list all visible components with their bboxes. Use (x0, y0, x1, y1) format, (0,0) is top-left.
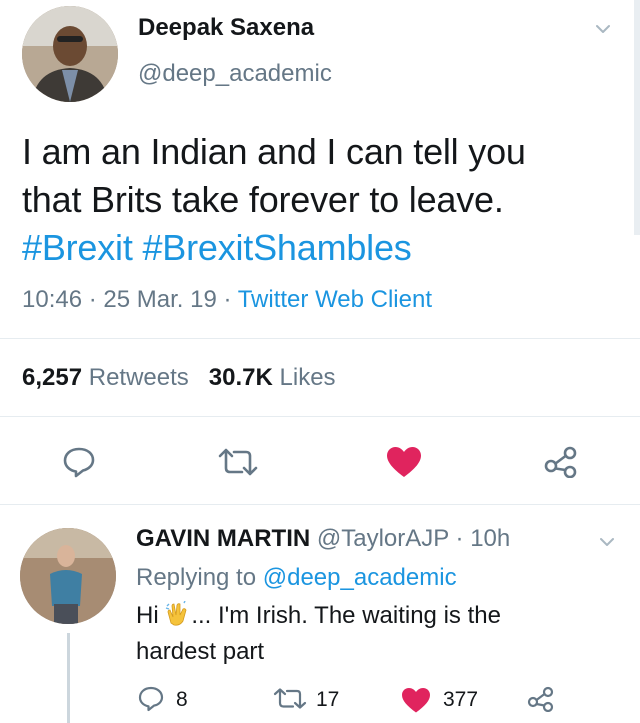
replying-prefix: Replying to (136, 564, 257, 591)
tweet-text: I am an Indian and I can tell you that B… (22, 128, 622, 272)
author-handle[interactable]: @deep_academic (138, 60, 332, 88)
author-name[interactable]: Deepak Saxena (138, 14, 314, 42)
replying-to: Replying to @deep_academic (136, 564, 457, 592)
tweet-stats: 6,257 Retweets 30.7K Likes (22, 364, 336, 392)
likes-count: 30.7K (208, 364, 273, 391)
reply-text-line: Hi ... I'm Irish. The waiting is the (136, 598, 586, 634)
hashtag-link[interactable]: #Brexit (22, 227, 133, 268)
tweet-text-line: I am an Indian and I can tell you (22, 131, 526, 172)
tweet-hashtags: #Brexit #BrexitShambles (22, 224, 622, 272)
retweet-arrows-icon[interactable] (272, 688, 308, 710)
hashtag-link[interactable]: #BrexitShambles (142, 227, 411, 268)
retweets-count: 6,257 (22, 364, 83, 391)
share-nodes-icon[interactable] (543, 446, 579, 478)
meta-separator: · (455, 525, 464, 552)
reply-author-avatar[interactable] (20, 528, 116, 624)
heart-icon[interactable] (385, 445, 423, 479)
tweet-date[interactable]: 25 Mar. 19 (103, 286, 216, 313)
reply-text-rest: ... I'm Irish. The waiting is the (191, 602, 501, 629)
tweet-client[interactable]: Twitter Web Client (238, 286, 432, 313)
divider (0, 416, 640, 417)
retweet-arrows-icon[interactable] (216, 448, 260, 476)
likes-label: Likes (279, 364, 336, 391)
reply-text-start: Hi (136, 602, 166, 629)
reply-age[interactable]: 10h (470, 525, 510, 552)
chevron-down-icon[interactable] (596, 22, 610, 36)
likes-stat[interactable]: 30.7K Likes (209, 364, 336, 391)
divider (0, 338, 640, 339)
tweet-time[interactable]: 10:46 (22, 286, 82, 313)
author-avatar-image (22, 6, 118, 102)
divider (0, 504, 640, 505)
chevron-down-icon[interactable] (600, 535, 614, 549)
reply-text-line: hardest part (136, 638, 265, 665)
speech-bubble-icon[interactable] (62, 446, 96, 478)
share-nodes-icon[interactable] (526, 686, 556, 712)
tweet-text-line: that Brits take forever to leave. (22, 179, 504, 220)
reply-likes-count: 377 (443, 688, 479, 711)
speech-bubble-icon[interactable] (137, 686, 165, 712)
retweets-label: Retweets (88, 364, 189, 391)
heart-icon[interactable] (400, 686, 432, 714)
reply-avatar-image (20, 528, 116, 624)
reply-author-handle[interactable]: @TaylorAJP (317, 525, 449, 552)
reply-text: Hi ... I'm Irish. The waiting is the har… (136, 598, 586, 670)
reply-author-name[interactable]: GAVIN MARTIN (136, 525, 310, 552)
reply-header: GAVIN MARTIN @TaylorAJP · 10h (136, 525, 510, 553)
meta-separator: · (223, 286, 232, 313)
reply-replies-count: 8 (176, 688, 188, 711)
author-avatar[interactable] (22, 6, 118, 102)
clapping-hands-emoji (166, 600, 187, 626)
tweet-meta: 10:46 · 25 Mar. 19 · Twitter Web Client (22, 286, 432, 314)
retweets-stat[interactable]: 6,257 Retweets (22, 364, 195, 391)
reply-retweets-count: 17 (316, 688, 340, 711)
thread-connector (67, 633, 70, 723)
meta-separator: · (88, 286, 97, 313)
scrollbar[interactable] (634, 0, 640, 235)
replying-handle-link[interactable]: @deep_academic (263, 564, 457, 591)
